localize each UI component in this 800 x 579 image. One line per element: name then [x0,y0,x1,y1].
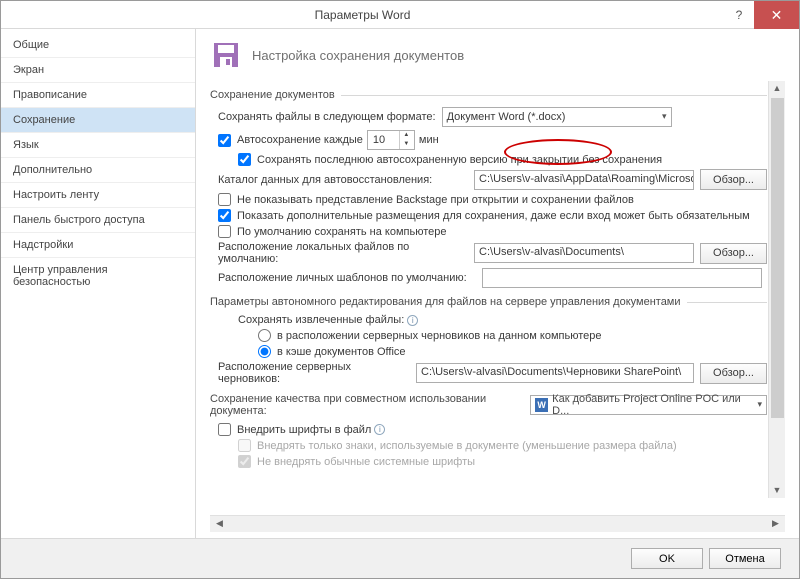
spinner-down[interactable]: ▼ [399,140,413,149]
cancel-button[interactable]: Отмена [709,548,781,569]
drafts-browse-button[interactable]: Обзор... [700,363,767,384]
sidebar-item-language[interactable]: Язык [1,132,195,157]
scroll-down-icon[interactable]: ▼ [769,483,785,498]
section-offline: Параметры автономного редактирования для… [210,296,767,308]
keep-last-checkbox[interactable] [238,153,251,166]
recover-path-input[interactable]: C:\Users\v-alvasi\AppData\Roaming\Micros… [474,170,694,190]
save-icon [210,39,242,71]
autosave-checkbox[interactable] [218,134,231,147]
scroll-thumb[interactable] [771,98,784,418]
sidebar-item-save[interactable]: Сохранение [1,107,195,132]
word-doc-icon: W [535,398,548,412]
section-save-docs: Сохранение документов [210,89,767,101]
dialog-footer: OK Отмена [1,538,799,578]
autosave-label: Автосохранение каждые [237,134,363,146]
save-to-label: Сохранять извлеченные файлы: [238,314,404,326]
embed-sys-label: Не внедрять обычные системные шрифты [257,456,475,468]
page-title: Настройка сохранения документов [252,48,464,63]
info-icon[interactable]: i [374,424,385,435]
sidebar: Общие Экран Правописание Сохранение Язык… [1,29,196,538]
autosave-minutes-spinner[interactable]: 10 ▲▼ [367,130,415,150]
embed-used-label: Внедрять только знаки, используемые в до… [257,440,677,452]
office-cache-radio[interactable] [258,345,271,358]
sidebar-item-proofing[interactable]: Правописание [1,82,195,107]
recover-browse-button[interactable]: Обзор... [700,169,767,190]
spinner-up[interactable]: ▲ [399,131,413,140]
sidebar-item-ribbon[interactable]: Настроить ленту [1,182,195,207]
ok-button[interactable]: OK [631,548,703,569]
embed-sys-checkbox [238,455,251,468]
horizontal-scrollbar[interactable]: ◀ ▶ [210,515,785,532]
no-backstage-label: Не показывать представление Backstage пр… [237,194,634,206]
autosave-unit: мин [419,134,439,146]
show-addl-label: Показать дополнительные размещения для с… [237,210,750,222]
default-pc-checkbox[interactable] [218,225,231,238]
embed-fonts-checkbox[interactable] [218,423,231,436]
show-addl-checkbox[interactable] [218,209,231,222]
format-select[interactable]: Документ Word (*.docx)▾ [442,107,672,127]
drafts-label: Расположение серверных черновиков: [218,361,410,385]
templates-input[interactable] [482,268,762,288]
office-cache-label: в кэше документов Office [277,346,406,358]
embed-fonts-label: Внедрить шрифты в файл [237,424,371,436]
local-default-label: Расположение локальных файлов по умолчан… [218,241,468,265]
scroll-up-icon[interactable]: ▲ [769,81,785,96]
server-drafts-label: в расположении серверных черновиков на д… [277,330,601,342]
format-label: Сохранять файлы в следующем формате: [218,111,436,123]
window-title: Параметры Word [1,8,724,22]
sidebar-item-general[interactable]: Общие [1,33,195,57]
local-default-input[interactable]: C:\Users\v-alvasi\Documents\ [474,243,694,263]
sidebar-item-trust[interactable]: Центр управления безопасностью [1,257,195,294]
titlebar: Параметры Word ? ✕ [1,1,799,29]
keep-last-label: Сохранять последнюю автосохраненную верс… [257,154,662,166]
scroll-right-icon[interactable]: ▶ [768,518,783,531]
recover-label: Каталог данных для автовосстановления: [218,174,468,186]
scroll-left-icon[interactable]: ◀ [212,518,227,531]
close-button[interactable]: ✕ [754,1,799,29]
sidebar-item-advanced[interactable]: Дополнительно [1,157,195,182]
embed-used-checkbox [238,439,251,452]
local-default-browse-button[interactable]: Обзор... [700,243,767,264]
chevron-down-icon: ▾ [662,111,667,122]
quality-doc-select[interactable]: W Как добавить Project Online POC или D.… [530,395,767,415]
no-backstage-checkbox[interactable] [218,193,231,206]
server-drafts-radio[interactable] [258,329,271,342]
chevron-down-icon: ▾ [757,399,762,410]
templates-label: Расположение личных шаблонов по умолчани… [218,272,476,284]
section-quality: Сохранение качества при совместном испол… [210,393,767,417]
sidebar-item-addins[interactable]: Надстройки [1,232,195,257]
info-icon[interactable]: i [407,315,418,326]
drafts-path-input[interactable]: C:\Users\v-alvasi\Documents\Черновики Sh… [416,363,694,383]
default-pc-label: По умолчанию сохранять на компьютере [237,226,446,238]
help-button[interactable]: ? [724,1,754,29]
sidebar-item-qat[interactable]: Панель быстрого доступа [1,207,195,232]
vertical-scrollbar[interactable]: ▲ ▼ [768,81,785,498]
sidebar-item-display[interactable]: Экран [1,57,195,82]
